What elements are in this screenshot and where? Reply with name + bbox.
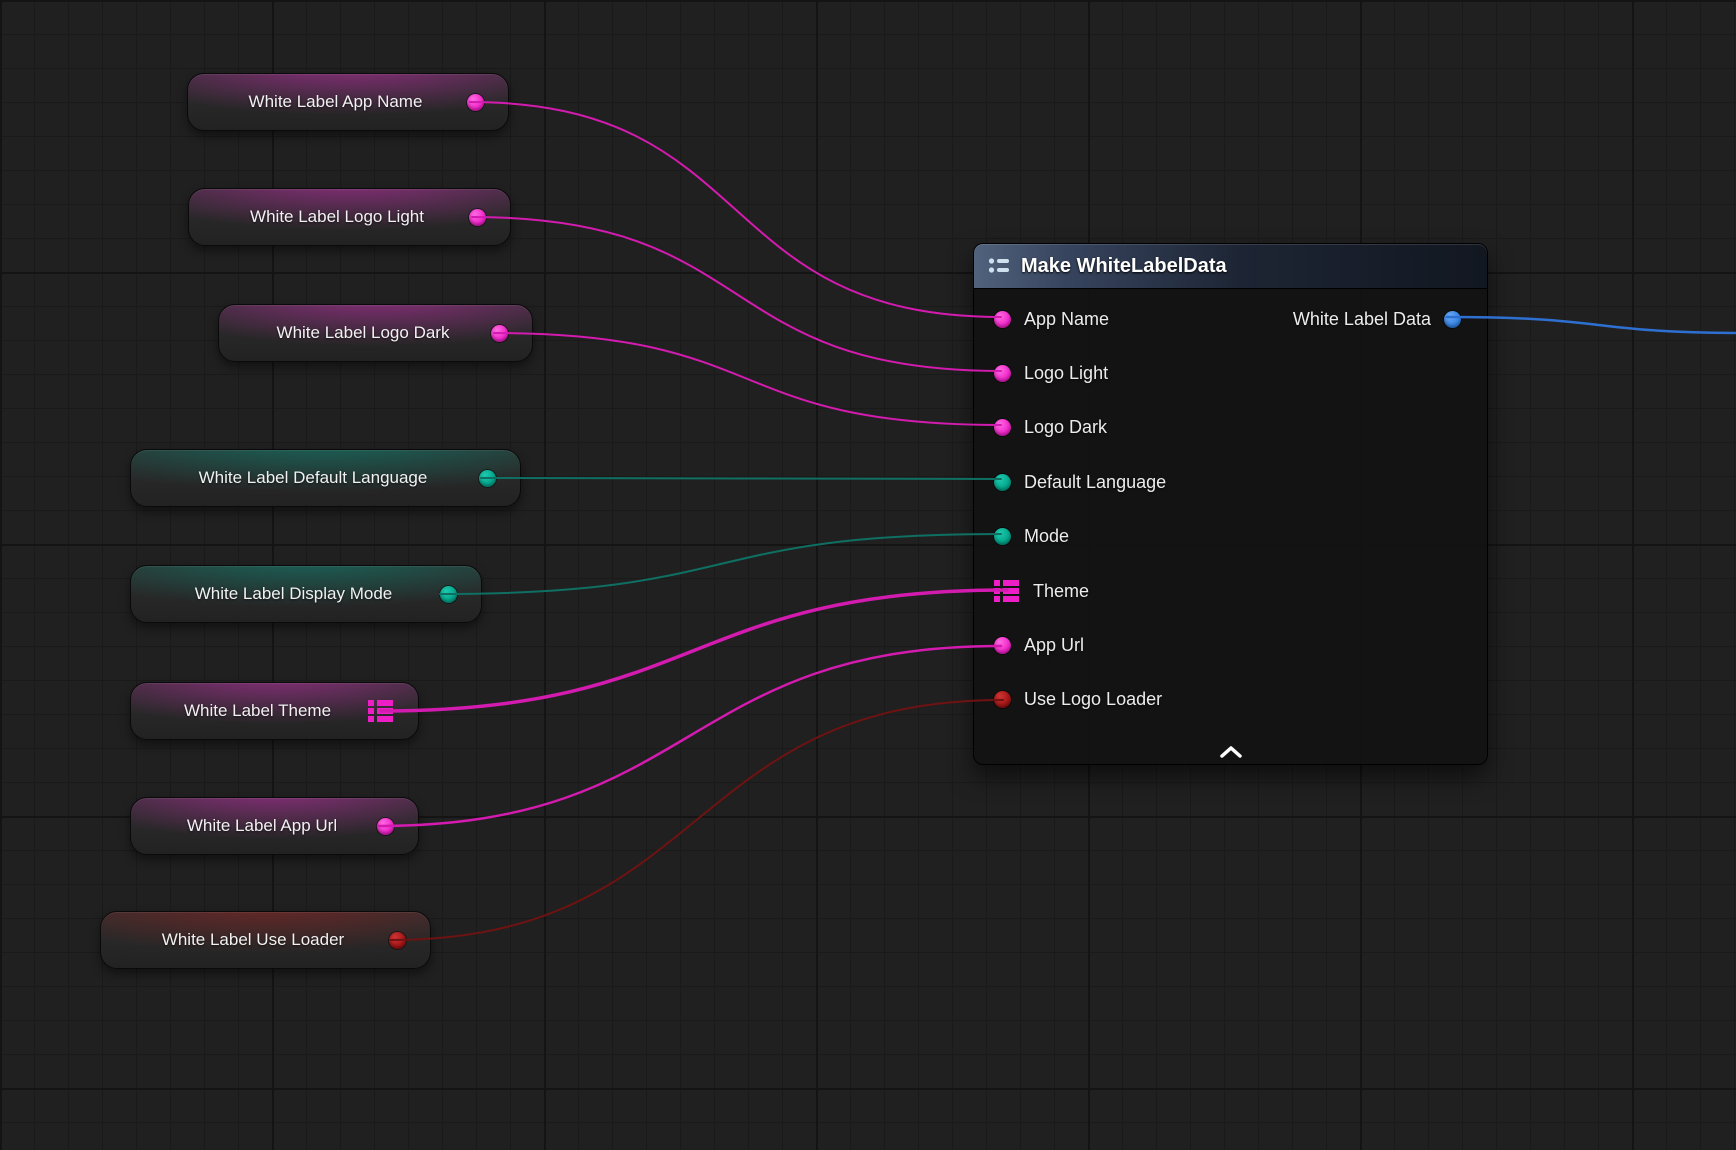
getter-label: White Label App Name xyxy=(216,92,455,112)
default-language-input-pin[interactable] xyxy=(994,474,1011,491)
logo-dark-input-pin[interactable] xyxy=(994,419,1011,436)
input-pin-label: Use Logo Loader xyxy=(1024,689,1162,710)
wire-blue-8 xyxy=(1447,317,1736,333)
collapse-chevron-button[interactable] xyxy=(1214,743,1248,761)
white-label-logo-light-output-pin[interactable] xyxy=(469,209,486,226)
logo-light-input-pin[interactable] xyxy=(994,365,1011,382)
white-label-display-mode-output-pin[interactable] xyxy=(440,586,457,603)
wire-pink-1 xyxy=(472,217,1001,371)
app-name-input-pin[interactable] xyxy=(994,311,1011,328)
input-pin-label: Theme xyxy=(1033,581,1089,602)
wire-pink-0 xyxy=(470,102,1001,317)
input-pin-label: App Url xyxy=(1024,635,1084,656)
wire-red-7 xyxy=(390,700,1003,940)
wire-pink-6 xyxy=(378,646,1001,826)
wire-teal-4 xyxy=(440,534,1001,594)
input-pin-label: App Name xyxy=(1024,309,1109,330)
getter-node-white-label-use-loader[interactable]: White Label Use Loader xyxy=(100,911,431,969)
white-label-default-language-output-pin[interactable] xyxy=(479,470,496,487)
getter-node-white-label-display-mode[interactable]: White Label Display Mode xyxy=(130,565,482,623)
getter-label: White Label Default Language xyxy=(159,468,467,488)
input-pin-row: App Url xyxy=(974,618,1487,672)
input-pin-row: Use Logo Loader xyxy=(974,673,1487,727)
input-pin-row: Logo Light xyxy=(974,346,1487,400)
white-label-app-url-output-pin[interactable] xyxy=(377,818,394,835)
white-label-use-loader-output-pin[interactable] xyxy=(389,932,406,949)
input-pin-label: Logo Dark xyxy=(1024,417,1107,438)
white-label-logo-dark-output-pin[interactable] xyxy=(491,325,508,342)
node-title: Make WhiteLabelData xyxy=(1021,255,1227,278)
chevron-up-icon xyxy=(1218,745,1244,759)
getter-label: White Label Use Loader xyxy=(129,930,377,950)
getter-node-white-label-app-name[interactable]: White Label App Name xyxy=(187,73,509,131)
getter-label: White Label Display Mode xyxy=(159,584,428,604)
getter-node-white-label-logo-dark[interactable]: White Label Logo Dark xyxy=(218,304,533,362)
theme-input-pin[interactable] xyxy=(994,580,1020,602)
white-label-data-output-pin[interactable] xyxy=(1444,311,1461,328)
input-pin-row: Theme xyxy=(974,564,1487,618)
input-pin-row: Mode xyxy=(974,510,1487,564)
getter-node-white-label-logo-light[interactable]: White Label Logo Light xyxy=(188,188,511,246)
theme-struct-pin[interactable] xyxy=(368,700,394,722)
getter-label: White Label Theme xyxy=(159,701,356,721)
white-label-app-name-output-pin[interactable] xyxy=(467,94,484,111)
make-struct-icon xyxy=(987,256,1011,276)
input-pin-label: Mode xyxy=(1024,526,1069,547)
input-pin-row: Logo Dark xyxy=(974,401,1487,455)
output-pin-label: White Label Data xyxy=(1293,309,1431,330)
wire-pink-2 xyxy=(494,333,1001,425)
blueprint-graph-canvas[interactable]: White Label App Name White Label Logo Li… xyxy=(0,0,1736,1150)
output-pin-row: White Label Data xyxy=(1293,292,1461,346)
mode-input-pin[interactable] xyxy=(994,528,1011,545)
getter-node-white-label-theme[interactable]: White Label Theme xyxy=(130,682,419,740)
getter-label: White Label Logo Light xyxy=(217,207,457,227)
node-header[interactable]: Make WhiteLabelData xyxy=(974,244,1487,289)
use-logo-loader-input-pin[interactable] xyxy=(994,691,1011,708)
getter-label: White Label Logo Dark xyxy=(247,323,479,343)
wire-teal-3 xyxy=(481,478,1001,479)
getter-label: White Label App Url xyxy=(159,816,365,836)
app-url-input-pin[interactable] xyxy=(994,637,1011,654)
input-pin-row: Default Language xyxy=(974,455,1487,509)
input-pin-rows: App Name Logo Light Logo Dark Default La… xyxy=(974,292,1487,727)
input-pin-label: Logo Light xyxy=(1024,363,1108,384)
input-pin-label: Default Language xyxy=(1024,472,1166,493)
make-whitelabeldata-node[interactable]: Make WhiteLabelData App Name Logo Light … xyxy=(973,243,1488,765)
getter-node-white-label-app-url[interactable]: White Label App Url xyxy=(130,797,419,855)
getter-node-white-label-default-language[interactable]: White Label Default Language xyxy=(130,449,521,507)
